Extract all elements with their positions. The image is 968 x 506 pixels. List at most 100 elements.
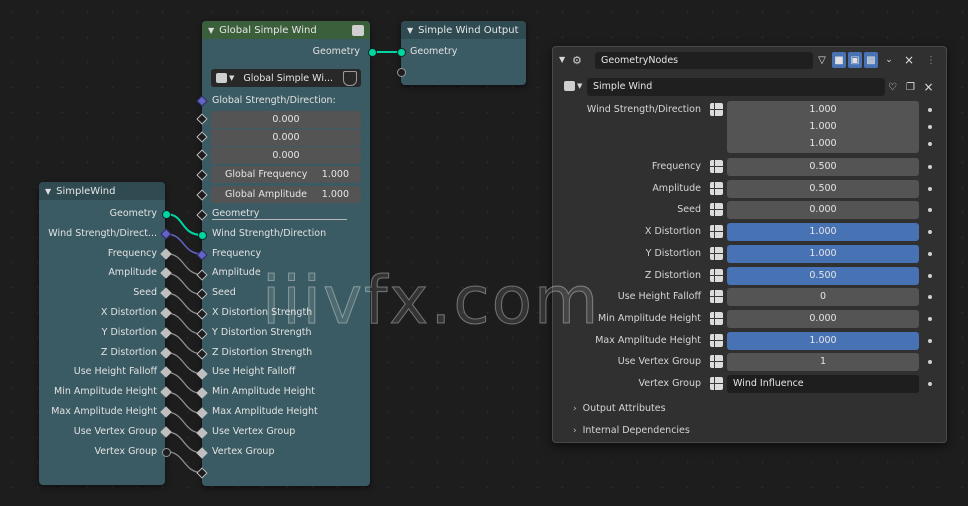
simple-wind-group-node[interactable]: ▼ SimpleWind Geometry Wind Strength/Direc…: [39, 182, 165, 485]
global-frequency-field[interactable]: Global Frequency 1.000: [211, 166, 361, 183]
input-socket-label: Seed: [212, 287, 236, 299]
keyframe-dot-icon[interactable]: [928, 273, 932, 278]
node-group-field[interactable]: Simple Wind: [587, 78, 885, 96]
drag-handle-icon[interactable]: ⋮: [925, 52, 937, 68]
keyframe-dot-icon[interactable]: [928, 251, 932, 256]
chevron-down-icon[interactable]: ⌄: [883, 52, 895, 68]
render-icon[interactable]: ▩: [864, 52, 878, 68]
shield-icon[interactable]: [343, 70, 357, 86]
input-socket-label: Amplitude: [212, 267, 261, 279]
keyframe-dot-icon[interactable]: [928, 125, 932, 129]
strength-z-field[interactable]: 0.000: [211, 147, 361, 164]
keyframe-dot-icon[interactable]: [928, 295, 932, 300]
keyframe-dot-icon[interactable]: [928, 316, 932, 321]
subpanel-header[interactable]: › Internal Dependencies: [573, 423, 690, 439]
group-selector[interactable]: ▼ Global Simple Wi...: [211, 69, 361, 87]
property-value-field[interactable]: 0.500: [727, 266, 919, 285]
output-socket-label: Amplitude: [108, 267, 157, 279]
realtime-icon[interactable]: ▣: [848, 52, 862, 68]
global-amplitude-field[interactable]: Global Amplitude 1.000: [211, 186, 361, 203]
wrench-nodes-icon: ⚙: [572, 54, 582, 67]
chevron-down-icon[interactable]: ▼: [407, 26, 413, 35]
keyframe-dot-icon[interactable]: [928, 230, 932, 235]
property-value-field[interactable]: 1.000: [727, 244, 919, 263]
keyframe-dot-icon[interactable]: [928, 360, 932, 365]
property-value-field[interactable]: 0.000: [727, 309, 919, 328]
keyframe-dot-icon[interactable]: [928, 338, 932, 343]
keyframe-dot-icon[interactable]: [928, 142, 932, 146]
modifier-panel[interactable]: ▼ ⚙ GeometryNodes ▽ ■ ▣ ▩ ⌄ × ⋮ ▼ Simple…: [552, 46, 947, 443]
input-socket[interactable]: [198, 231, 207, 240]
value-link: [165, 332, 203, 355]
subpanel-header[interactable]: › Output Attributes: [573, 401, 666, 417]
output-geometry-label: Geometry: [312, 46, 360, 57]
property-value-field[interactable]: 1.000: [727, 118, 919, 136]
value-link: [165, 391, 203, 414]
property-label: Vertex Group: [638, 378, 701, 389]
property-value-field[interactable]: Wind Influence: [727, 375, 919, 393]
node-header[interactable]: ▼ SimpleWind: [39, 182, 165, 200]
vertex-group-toggle-icon[interactable]: [710, 160, 723, 173]
node-header[interactable]: ▼ Simple Wind Output: [401, 21, 526, 39]
vertex-group-toggle-icon[interactable]: [710, 333, 723, 347]
vertex-group-toggle-icon[interactable]: [710, 355, 723, 369]
global-frequency-value: 1.000: [321, 169, 349, 180]
vertex-group-toggle-icon[interactable]: [710, 203, 723, 217]
property-value-field[interactable]: 0: [727, 288, 919, 307]
vertex-group-toggle-icon[interactable]: [710, 246, 723, 260]
group-name: Global Simple Wi...: [243, 72, 334, 84]
chevron-down-icon[interactable]: ▼: [45, 187, 51, 196]
vertex-group-toggle-icon[interactable]: [710, 103, 723, 116]
simple-wind-output-node[interactable]: ▼ Simple Wind Output Geometry: [401, 21, 526, 85]
property-value-field[interactable]: 1: [727, 353, 919, 372]
property-value-field[interactable]: 0.000: [727, 201, 919, 220]
output-socket-label: Max Amplitude Height: [51, 406, 157, 417]
geometry-input-socket[interactable]: [397, 48, 406, 57]
filter-icon[interactable]: ▽: [815, 52, 829, 68]
vertex-group-toggle-icon[interactable]: [710, 181, 723, 195]
property-value-field[interactable]: 1.000: [727, 101, 919, 119]
vertex-group-toggle-icon[interactable]: [710, 225, 723, 239]
output-socket-label: Wind Strength/Direct...: [48, 227, 157, 239]
output-socket[interactable]: [162, 210, 171, 219]
editmode-icon[interactable]: ■: [832, 52, 846, 68]
node-header[interactable]: ▼ Global Simple Wind: [202, 21, 370, 39]
property-label: Seed: [677, 204, 701, 216]
property-label: Z Distortion: [644, 269, 701, 281]
property-value-field[interactable]: 1.000: [727, 135, 919, 153]
property-label: Max Amplitude Height: [595, 334, 701, 346]
vertex-group-toggle-icon[interactable]: [710, 290, 723, 304]
value-link: [165, 411, 203, 434]
keyframe-dot-icon[interactable]: [928, 108, 932, 112]
vertex-group-toggle-icon[interactable]: [710, 377, 723, 390]
property-value-field[interactable]: 0.500: [727, 158, 919, 176]
strength-y-field[interactable]: 0.000: [211, 129, 361, 146]
vertex-group-toggle-icon[interactable]: [710, 311, 723, 325]
keyframe-dot-icon[interactable]: [928, 186, 932, 191]
value-link: [165, 351, 203, 375]
keyframe-dot-icon[interactable]: [928, 208, 932, 213]
property-value-field[interactable]: 1.000: [727, 331, 919, 350]
keyframe-dot-icon[interactable]: [928, 165, 932, 169]
duplicate-icon[interactable]: ❐: [904, 80, 917, 94]
global-simple-wind-node[interactable]: ▼ Global Simple Wind Geometry ▼ Global S…: [202, 21, 370, 486]
strength-x-field[interactable]: 0.000: [211, 111, 361, 128]
node-group-row[interactable]: ▼ Simple Wind ♡ ❐ ×: [561, 78, 937, 96]
chevron-down-icon[interactable]: ▼: [208, 26, 214, 35]
modifier-header[interactable]: ▼ ⚙ GeometryNodes ▽ ■ ▣ ▩ ⌄ × ⋮: [553, 47, 946, 73]
shield-icon[interactable]: ♡: [886, 80, 899, 94]
chevron-down-icon[interactable]: ▼: [559, 55, 565, 64]
property-value-field[interactable]: 0.500: [727, 179, 919, 198]
empty-input-socket[interactable]: [397, 68, 406, 77]
output-socket[interactable]: [162, 447, 171, 457]
input-socket-label: Y Distortion Strength: [212, 326, 312, 338]
property-value-field[interactable]: 1.000: [727, 223, 919, 242]
property-label: Wind Strength/Direction: [586, 104, 701, 115]
close-icon[interactable]: ×: [922, 80, 935, 94]
keyframe-dot-icon[interactable]: [928, 382, 932, 386]
modifier-name-field[interactable]: GeometryNodes: [595, 52, 813, 69]
close-icon[interactable]: ×: [903, 52, 915, 68]
value-link: [165, 292, 203, 315]
geometry-output-socket[interactable]: [368, 48, 377, 57]
vertex-group-toggle-icon[interactable]: [710, 268, 723, 282]
